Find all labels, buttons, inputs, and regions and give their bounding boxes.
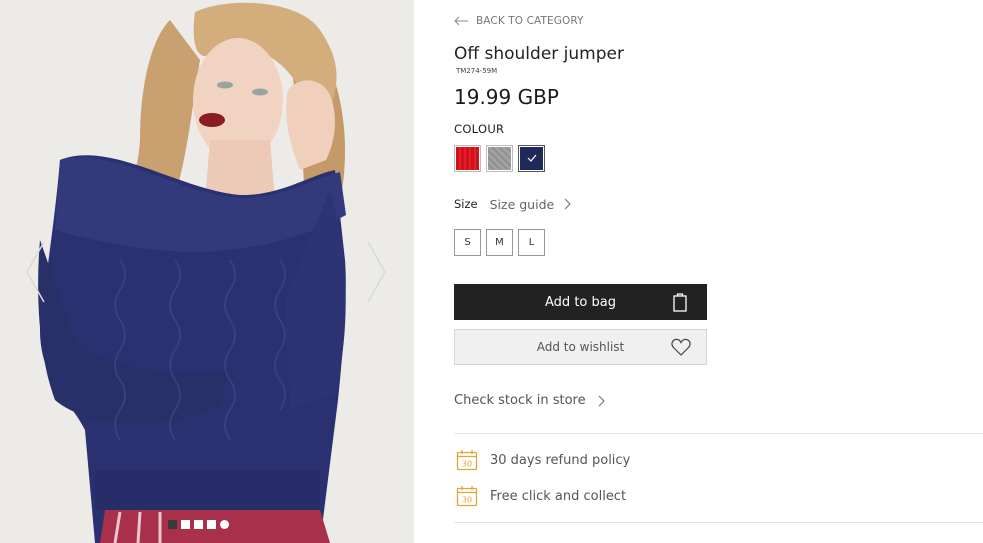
heart-icon — [671, 338, 691, 356]
calendar-badge-text: 30 — [462, 460, 472, 469]
chevron-right-icon — [598, 395, 605, 406]
size-option-m[interactable]: M — [486, 229, 513, 256]
check-icon — [527, 154, 537, 162]
gallery-dot[interactable] — [181, 520, 190, 529]
calendar-30-icon: 30 — [456, 450, 478, 471]
size-label: Size — [454, 197, 478, 211]
gallery-next-icon[interactable] — [366, 240, 388, 304]
shopping-bag-icon — [673, 293, 687, 312]
product-photo — [0, 0, 414, 543]
perk-refund-policy: 30 30 days refund policy — [456, 449, 630, 471]
colour-swatch-grey[interactable] — [486, 145, 513, 172]
gallery-dot[interactable] — [220, 520, 229, 529]
arrow-left-icon — [454, 16, 468, 26]
check-stock-label: Check stock in store — [454, 393, 586, 408]
gallery-dot[interactable] — [194, 520, 203, 529]
back-to-category-label: BACK TO CATEGORY — [476, 15, 584, 27]
size-guide-link[interactable]: Size guide — [490, 197, 555, 212]
product-image-gallery — [0, 0, 414, 543]
product-price: 19.99 GBP — [454, 85, 559, 109]
divider — [454, 522, 983, 523]
size-option-s[interactable]: S — [454, 229, 481, 256]
chevron-right-icon[interactable] — [564, 198, 572, 210]
gallery-dot[interactable] — [168, 520, 177, 529]
colour-swatch-red[interactable] — [454, 145, 481, 172]
gallery-pagination — [168, 520, 229, 529]
perk-label: 30 days refund policy — [490, 452, 631, 468]
size-option-l[interactable]: L — [518, 229, 545, 256]
gallery-dot[interactable] — [207, 520, 216, 529]
check-stock-link[interactable]: Check stock in store — [454, 393, 605, 408]
back-to-category-link[interactable]: BACK TO CATEGORY — [454, 14, 584, 28]
colour-swatch-navy[interactable] — [518, 145, 545, 172]
colour-swatches — [454, 145, 545, 172]
product-title: Off shoulder jumper — [454, 44, 624, 64]
add-to-wishlist-button[interactable]: Add to wishlist — [454, 329, 707, 365]
size-row: Size Size guide — [454, 196, 572, 212]
divider — [454, 433, 983, 434]
perk-label: Free click and collect — [490, 488, 627, 504]
gallery-prev-icon[interactable] — [24, 240, 46, 304]
colour-label: COLOUR — [454, 122, 505, 136]
add-to-bag-label: Add to bag — [545, 294, 616, 310]
size-options: S M L — [454, 229, 545, 256]
calendar-badge-text: 30 — [462, 496, 472, 505]
add-to-bag-button[interactable]: Add to bag — [454, 284, 707, 320]
calendar-30-icon: 30 — [456, 486, 478, 507]
product-details-panel: BACK TO CATEGORY Off shoulder jumper TM2… — [454, 0, 983, 543]
product-sku: TM274-59M — [456, 67, 498, 75]
add-to-wishlist-label: Add to wishlist — [536, 340, 625, 354]
perk-click-collect: 30 Free click and collect — [456, 485, 626, 507]
